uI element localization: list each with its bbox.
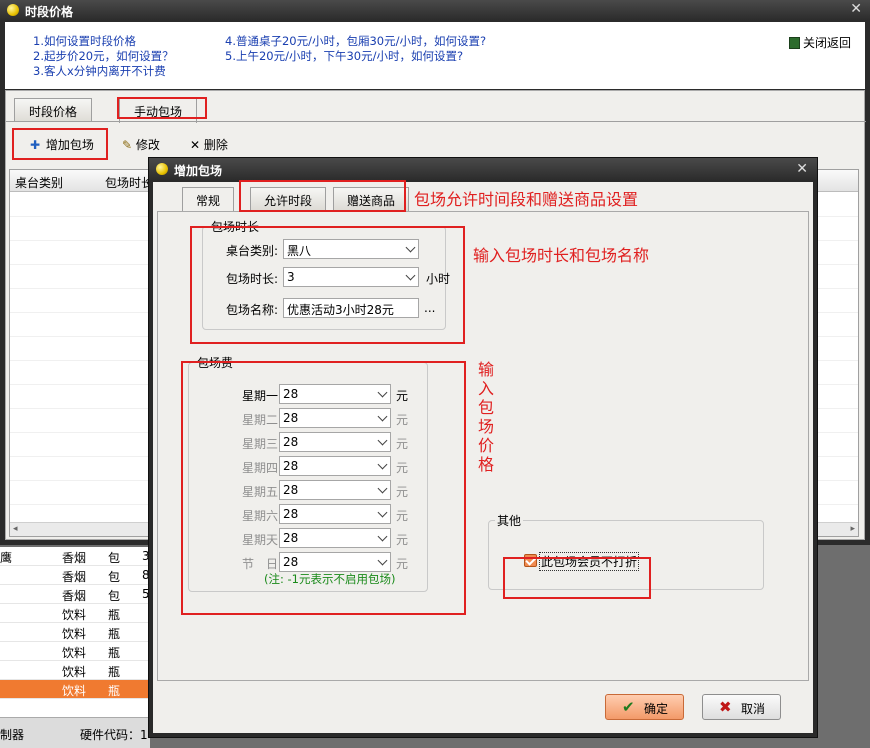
pencil-icon: ✎ xyxy=(122,138,133,152)
list-cell: 瓶 xyxy=(108,665,121,679)
status-text-2: 硬件代码：1 xyxy=(80,728,148,742)
list-cell: 饮料 xyxy=(62,608,87,622)
annotation-box-checkbox xyxy=(503,557,651,599)
list-cell: 包 xyxy=(108,570,121,584)
list-row[interactable]: 饮料 瓶 xyxy=(0,642,150,661)
annotation-box-tabs xyxy=(239,180,406,212)
list-row[interactable]: 饮料 瓶 xyxy=(0,604,150,623)
help-link-1[interactable]: 1.如何设置时段价格 xyxy=(33,34,174,49)
help-link-5[interactable]: 5.上午20元/小时，下午30元/小时，如何设置? xyxy=(225,49,486,64)
list-cell: 包 xyxy=(108,551,121,565)
annotation-fee-note: 输入包场价格 xyxy=(477,360,494,474)
list-cell: 包 xyxy=(108,589,121,603)
cancel-button[interactable]: ✖ 取消 xyxy=(702,694,781,720)
dialog-titlebar: 增加包场 ✕ xyxy=(149,158,817,180)
status-bar: 制器 硬件代码：1 xyxy=(0,717,150,748)
list-cell: 饮料 xyxy=(62,646,87,660)
annotation-box-duration xyxy=(190,226,465,344)
annotation-box-fee xyxy=(181,361,466,615)
list-cell: 饮料 xyxy=(62,665,87,679)
delete-icon: ✕ xyxy=(190,138,201,152)
window-titlebar: 时段价格 ✕ xyxy=(0,0,870,20)
cancel-label: 取消 xyxy=(741,702,766,716)
list-cell: 香烟 xyxy=(62,551,87,565)
dialog-title: 增加包场 xyxy=(174,164,223,178)
product-list: 鹰香烟包 3 香烟包 8 香烟包 5 饮料瓶饮料瓶饮料瓶饮料瓶饮料瓶 xyxy=(0,547,150,717)
delete-button[interactable]: ✕ 删除 xyxy=(190,136,228,153)
help-link-3[interactable]: 3.客人x分钟内离开不计费 xyxy=(33,64,174,79)
list-cell: 饮料 xyxy=(62,684,87,698)
list-row[interactable]: 香烟包 8 xyxy=(0,566,150,585)
annotation-box-manual-tab xyxy=(117,97,207,119)
list-row[interactable]: 香烟包 5 xyxy=(0,585,150,604)
close-back-label: 关闭返回 xyxy=(802,36,851,50)
delete-label: 删除 xyxy=(203,138,228,152)
list-row[interactable]: 饮料 瓶 xyxy=(0,661,150,680)
annotation-box-add-button xyxy=(12,128,108,160)
door-icon xyxy=(788,37,800,49)
edit-button[interactable]: ✎ 修改 xyxy=(122,136,160,153)
help-bar: 1.如何设置时段价格 2.起步价20元，如何设置？ 3.客人x分钟内离开不计费 … xyxy=(5,22,865,89)
list-cell: 瓶 xyxy=(108,646,121,660)
list-row[interactable]: 饮料 瓶 xyxy=(0,680,150,699)
window-title: 时段价格 xyxy=(25,5,74,19)
edit-label: 修改 xyxy=(135,138,160,152)
tab-time-price[interactable]: 时段价格 xyxy=(14,98,93,122)
cancel-icon: ✖ xyxy=(719,698,732,716)
ok-label: 确定 xyxy=(644,702,669,716)
list-cell: 鹰 xyxy=(0,551,13,565)
list-cell: 瓶 xyxy=(108,608,121,622)
tab-general[interactable]: 常规 xyxy=(182,187,235,213)
app-icon xyxy=(7,4,19,16)
list-cell: 香烟 xyxy=(62,570,87,584)
other-group-legend: 其他 xyxy=(497,514,522,528)
close-icon[interactable]: ✕ xyxy=(850,1,862,17)
annotation-tabs-note: 包场允许时间段和赠送商品设置 xyxy=(414,190,639,209)
annotation-duration-note: 输入包场时长和包场名称 xyxy=(473,246,650,265)
list-row[interactable]: 鹰香烟包 3 xyxy=(0,547,150,566)
list-cell: 饮料 xyxy=(62,627,87,641)
ok-button[interactable]: ✔ 确定 xyxy=(605,694,684,720)
grid-header-table-type[interactable]: 桌台类别 xyxy=(15,174,63,191)
dialog-app-icon xyxy=(156,163,168,175)
grid-header-duration[interactable]: 包场时长 xyxy=(105,174,153,191)
list-row[interactable]: 饮料 瓶 xyxy=(0,623,150,642)
scroll-right-icon[interactable]: ▸ xyxy=(850,524,855,534)
help-link-2[interactable]: 2.起步价20元，如何设置？ xyxy=(33,49,174,64)
status-text-1: 制器 xyxy=(0,728,25,742)
close-back-button[interactable]: 关闭返回 xyxy=(788,34,851,51)
list-cell: 瓶 xyxy=(108,627,121,641)
list-cell: 瓶 xyxy=(108,684,121,698)
dialog-close-icon[interactable]: ✕ xyxy=(796,161,808,177)
tab-divider xyxy=(6,121,866,122)
scroll-left-icon[interactable]: ◂ xyxy=(13,524,18,534)
checkmark-icon: ✔ xyxy=(622,698,635,716)
list-cell: 香烟 xyxy=(62,589,87,603)
help-link-4[interactable]: 4.普通桌子20元/小时，包厢30元/小时，如何设置? xyxy=(225,34,486,49)
